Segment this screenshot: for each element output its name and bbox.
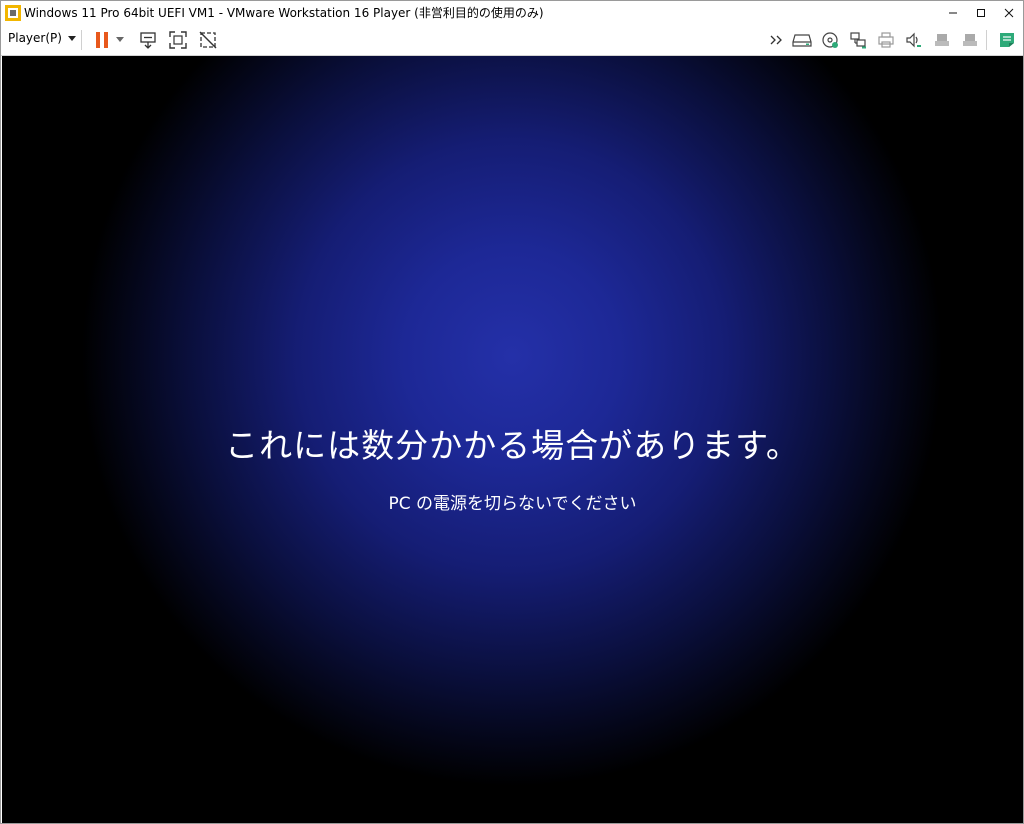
hard-disk-button[interactable] xyxy=(791,29,813,51)
chevron-down-icon xyxy=(116,37,124,42)
vmware-player-window: Windows 11 Pro 64bit UEFI VM1 - VMware W… xyxy=(0,0,1024,824)
minimize-icon xyxy=(949,12,957,13)
message-log-button[interactable] xyxy=(996,29,1018,51)
printer-button[interactable] xyxy=(875,29,897,51)
minimize-button[interactable] xyxy=(939,1,967,24)
full-screen-icon xyxy=(169,31,187,49)
message-log-icon xyxy=(1000,33,1014,47)
vmware-app-icon xyxy=(5,4,21,21)
printer-icon xyxy=(878,32,894,48)
hard-disk-icon xyxy=(792,34,812,47)
usb-device-2-button[interactable] xyxy=(959,29,981,51)
maximize-icon xyxy=(977,8,985,17)
network-adapter-button[interactable] xyxy=(847,29,869,51)
setup-sub-message: PC の電源を切らないでください xyxy=(388,494,637,514)
window-title: Windows 11 Pro 64bit UEFI VM1 - VMware W… xyxy=(24,6,544,20)
maximize-button[interactable] xyxy=(967,1,995,24)
cd-dvd-button[interactable] xyxy=(819,29,841,51)
window-controls xyxy=(939,1,1023,24)
show-more-button[interactable] xyxy=(766,29,788,51)
usb-device-2-icon xyxy=(963,34,977,46)
toolbar-divider xyxy=(81,30,82,50)
full-screen-button[interactable] xyxy=(167,29,189,51)
setup-main-message: これには数分かかる場合があります。 xyxy=(225,426,800,465)
close-button[interactable] xyxy=(995,1,1023,24)
network-adapter-icon xyxy=(850,32,866,49)
close-icon xyxy=(1004,8,1014,17)
unity-button[interactable] xyxy=(197,29,219,51)
show-more-icon xyxy=(770,35,782,45)
usb-device-1-icon xyxy=(935,34,949,46)
toolbar: Player(P) xyxy=(1,24,1023,56)
usb-device-1-button[interactable] xyxy=(931,29,953,51)
toolbar-divider xyxy=(986,30,987,50)
pause-dropdown-button[interactable] xyxy=(113,29,127,51)
cd-dvd-icon xyxy=(822,32,838,48)
title-bar[interactable]: Windows 11 Pro 64bit UEFI VM1 - VMware W… xyxy=(1,1,1023,24)
sound-card-icon xyxy=(906,32,921,48)
pause-button[interactable] xyxy=(91,29,113,51)
chevron-down-icon xyxy=(67,35,76,41)
send-ctrl-alt-del-icon xyxy=(140,32,156,49)
vm-guest-screen[interactable]: これには数分かかる場合があります。 PC の電源を切らないでください xyxy=(2,56,1023,823)
send-ctrl-alt-del-button[interactable] xyxy=(137,29,159,51)
sound-card-button[interactable] xyxy=(903,29,925,51)
pause-icon xyxy=(96,32,108,48)
unity-icon xyxy=(199,31,217,49)
player-menu-label: Player(P) xyxy=(8,31,62,45)
player-menu[interactable]: Player(P) xyxy=(8,31,76,45)
